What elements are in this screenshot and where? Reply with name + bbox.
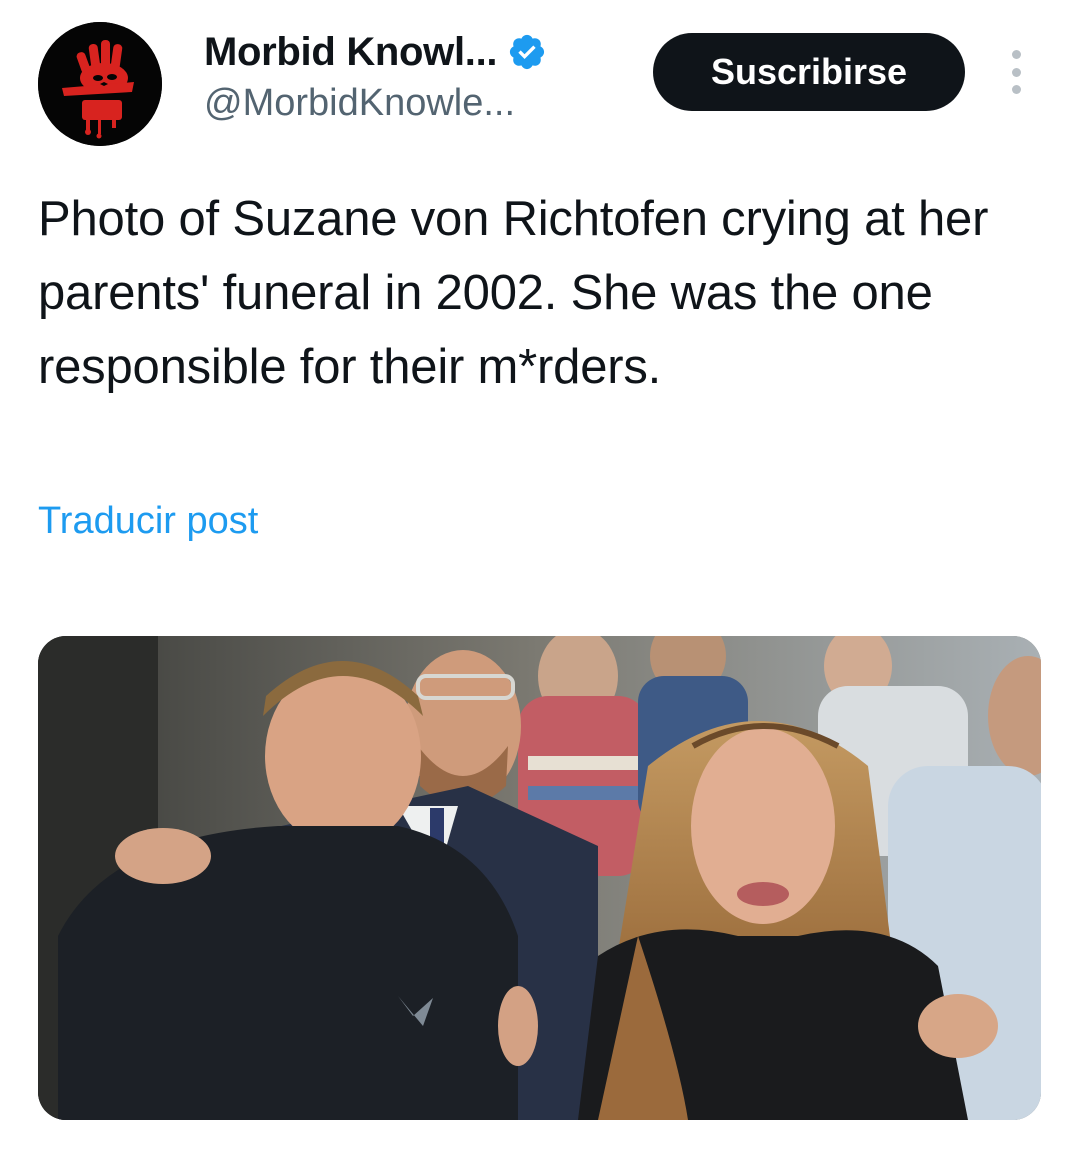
author-handle[interactable]: @MorbidKnowle... (204, 82, 515, 125)
post-text: Photo of Suzane von Richtofen crying at … (38, 192, 989, 394)
author-display-name[interactable]: Morbid Knowl... (204, 30, 498, 75)
more-dot (1011, 85, 1021, 94)
subscribe-button[interactable]: Suscribirse (653, 33, 965, 111)
more-dot (1011, 50, 1021, 59)
more-vertical-icon[interactable] (1004, 50, 1028, 94)
verified-badge-icon (510, 34, 545, 70)
funeral-photo-image (38, 636, 1041, 1120)
bloody-hand-logo-icon (38, 22, 162, 146)
post-photo[interactable] (38, 636, 1041, 1120)
author-name-row: Morbid Knowl... (204, 26, 547, 78)
more-dot (1011, 67, 1021, 77)
translate-post-link[interactable]: Traducir post (38, 500, 258, 543)
author-avatar[interactable] (38, 22, 162, 146)
